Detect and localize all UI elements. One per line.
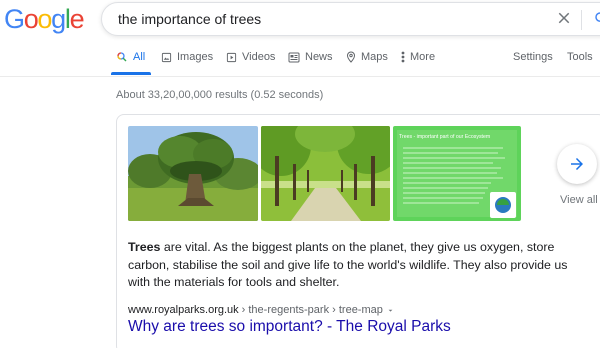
map-pin-icon xyxy=(346,51,356,63)
search-icon[interactable] xyxy=(593,10,600,28)
tab-news[interactable]: News xyxy=(288,50,333,64)
ecosystem-infographic[interactable]: Trees - important part of our Ecosystem xyxy=(393,126,521,221)
tree-avenue-image[interactable] xyxy=(261,126,390,221)
tab-maps[interactable]: Maps xyxy=(346,50,388,64)
news-icon xyxy=(288,52,300,62)
tab-videos[interactable]: Videos xyxy=(226,50,275,64)
settings-label: Settings xyxy=(513,51,553,63)
logo-letter: g xyxy=(51,4,66,34)
tab-label: Images xyxy=(177,51,214,63)
tab-images[interactable]: Images xyxy=(161,50,213,64)
tools-label: Tools xyxy=(567,51,593,63)
cite-domain: www.royalparks.org.uk xyxy=(128,304,239,316)
more-vert-icon xyxy=(401,51,405,63)
search-tabs: All Images Videos News Maps More Setting… xyxy=(0,38,600,76)
snippet-bold: Trees xyxy=(128,240,161,254)
logo-letter: o xyxy=(37,4,52,34)
tab-more[interactable]: More xyxy=(401,50,435,64)
search-icon xyxy=(117,52,127,62)
snippet-body: are vital. As the biggest plants on the … xyxy=(128,240,568,289)
logo-letter: e xyxy=(69,4,85,34)
play-icon xyxy=(226,52,237,62)
settings-link[interactable]: Settings xyxy=(513,50,553,64)
tabs-divider xyxy=(0,76,600,77)
cite-path: › the-regents-park › tree-map xyxy=(241,304,383,316)
tools-link[interactable]: Tools xyxy=(567,50,593,64)
tab-label: Maps xyxy=(361,51,388,63)
image-icon xyxy=(161,52,172,62)
snippet-text: Trees are vital. As the biggest plants o… xyxy=(128,239,568,292)
view-all-link[interactable]: View all xyxy=(560,194,598,206)
result-stats: About 33,20,00,000 results (0.52 seconds… xyxy=(116,89,324,101)
search-divider xyxy=(581,10,582,30)
search-input[interactable]: the importance of trees xyxy=(118,11,261,27)
result-title-link[interactable]: Why are trees so important? - The Royal … xyxy=(128,318,451,336)
close-icon[interactable] xyxy=(555,9,573,27)
tab-label: Videos xyxy=(242,51,276,63)
arrow-right-icon xyxy=(571,158,583,170)
logo-letter: o xyxy=(23,4,39,34)
result-cite: www.royalparks.org.uk › the-regents-park… xyxy=(128,304,395,316)
tab-label: News xyxy=(305,51,333,63)
google-logo[interactable]: Google xyxy=(4,4,85,34)
infographic-title: Trees - important part of our Ecosystem xyxy=(399,134,490,140)
logo-letter: G xyxy=(4,4,25,34)
active-tab-indicator xyxy=(111,72,151,75)
next-images-button[interactable] xyxy=(557,144,597,184)
tab-label: More xyxy=(410,51,436,63)
tab-label: All xyxy=(133,51,146,63)
caret-down-icon[interactable] xyxy=(386,306,395,315)
search-box[interactable]: the importance of trees xyxy=(101,2,600,36)
tree-image[interactable] xyxy=(128,126,258,221)
tab-all[interactable]: All xyxy=(116,50,145,64)
